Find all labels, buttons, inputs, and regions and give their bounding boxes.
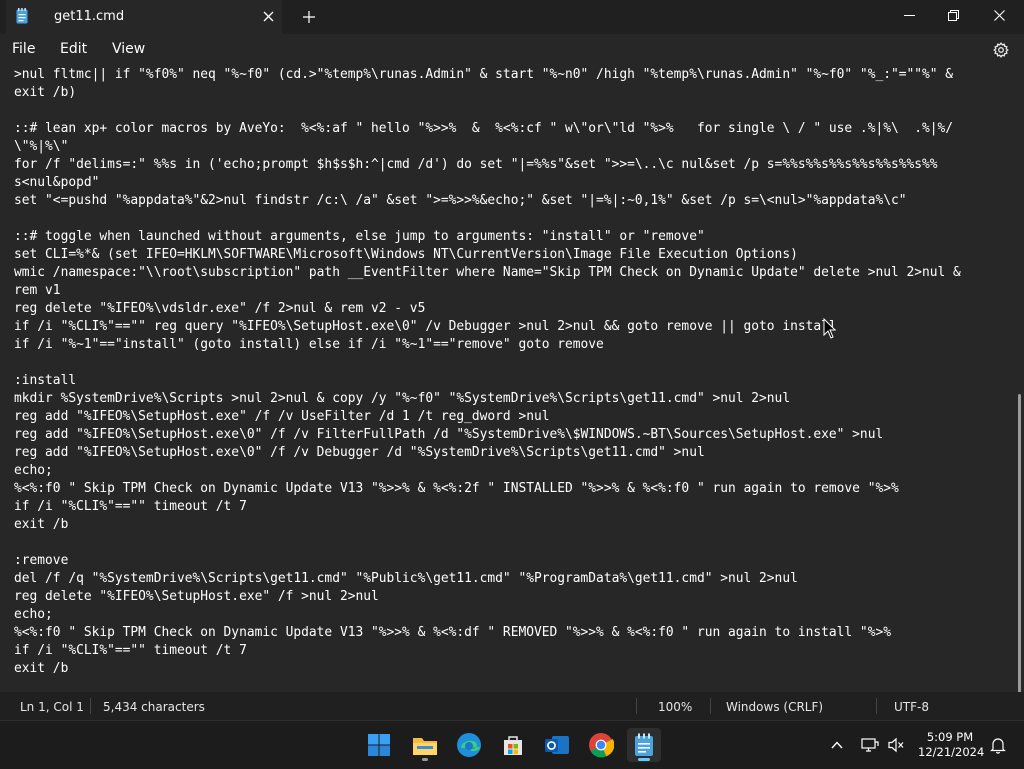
minimize-icon[interactable]	[886, 0, 932, 30]
tab-get11[interactable]: get11.cmd	[6, 0, 282, 34]
code-line[interactable]: set "<=pushd "%appdata%"&2>nul findstr /…	[14, 192, 961, 210]
code-line[interactable]: %<%:f0 " Skip TPM Check on Dynamic Updat…	[14, 480, 961, 498]
status-divider	[90, 698, 91, 714]
code-line[interactable]: del /f /q "%SystemDrive%\Scripts\get11.c…	[14, 570, 961, 588]
code-line[interactable]: :remove	[14, 552, 961, 570]
network-icon[interactable]	[856, 728, 884, 762]
code-line[interactable]: set CLI=%*& (set IFEO=HKLM\SOFTWARE\Micr…	[14, 246, 961, 264]
code-line[interactable]: rem v1	[14, 282, 961, 300]
maximize-icon[interactable]	[930, 0, 976, 30]
code-line[interactable]: reg add "%IFEO%\SetupHost.exe" /f /v Use…	[14, 408, 961, 426]
system-clock[interactable]: 5:09 PM 12/21/2024	[918, 730, 985, 760]
store-icon[interactable]	[496, 728, 530, 762]
new-tab-plus-icon[interactable]	[298, 6, 320, 28]
menu-edit[interactable]: Edit	[60, 41, 87, 57]
code-line[interactable]: exit /b	[14, 516, 961, 534]
code-line[interactable]: reg add "%IFEO%\SetupHost.exe\0" /f /v D…	[14, 444, 961, 462]
clock-time: 5:09 PM	[926, 730, 974, 744]
zoom-level[interactable]: 100%	[658, 700, 692, 714]
menu-file[interactable]: File	[12, 41, 35, 57]
code-line[interactable]	[14, 534, 961, 552]
taskbar: 5:09 PM 12/21/2024	[0, 720, 1024, 769]
code-line[interactable]: wmic /namespace:"\\root\subscription" pa…	[14, 264, 961, 282]
code-line[interactable]: exit /b)	[14, 84, 961, 102]
windows-start-icon[interactable]	[362, 728, 396, 762]
status-divider	[636, 698, 637, 714]
close-tab-icon[interactable]	[258, 6, 278, 26]
code-line[interactable]	[14, 210, 961, 228]
code-line[interactable]: for /f "delims=:" %%s in ('echo;prompt $…	[14, 156, 961, 174]
code-line[interactable]: if /i "%~1"=="install" (goto install) el…	[14, 336, 961, 354]
active-indicator	[638, 758, 650, 761]
status-divider	[876, 698, 877, 714]
character-count: 5,434 characters	[103, 700, 205, 714]
code-line[interactable]: mkdir %SystemDrive%\Scripts >nul 2>nul &…	[14, 390, 961, 408]
text-editor[interactable]: >nul fltmc|| if "%f0%" neq "%~f0" (cd.>"…	[0, 64, 1016, 692]
code-line[interactable]: if /i "%CLI%"=="" timeout /t 7	[14, 498, 961, 516]
status-bar: Ln 1, Col 1 5,434 characters 100% Window…	[0, 692, 1024, 720]
editor-content[interactable]: >nul fltmc|| if "%f0%" neq "%~f0" (cd.>"…	[14, 66, 961, 678]
code-line[interactable]: if /i "%CLI%"=="" timeout /t 7	[14, 642, 961, 660]
menu-bar: File Edit View	[0, 34, 1024, 64]
notepad-icon	[16, 8, 28, 24]
status-divider	[710, 698, 711, 714]
file-explorer-icon[interactable]	[408, 728, 442, 762]
cursor-position[interactable]: Ln 1, Col 1	[20, 700, 84, 714]
clock-date: 12/21/2024	[918, 745, 985, 759]
title-bar: get11.cmd	[0, 0, 1024, 34]
code-line[interactable]: ::# lean xp+ color macros by AveYo: %<%:…	[14, 120, 961, 138]
code-line[interactable]: :install	[14, 372, 961, 390]
code-line[interactable]: reg add "%IFEO%\SetupHost.exe\0" /f /v F…	[14, 426, 961, 444]
close-window-icon[interactable]	[976, 0, 1022, 30]
code-line[interactable]: reg delete "%IFEO%\vdsldr.exe" /f 2>nul …	[14, 300, 961, 318]
code-line[interactable]: reg delete "%IFEO%\SetupHost.exe" /f >nu…	[14, 588, 961, 606]
chevron-up-icon[interactable]	[822, 728, 852, 762]
code-line[interactable]: echo;	[14, 462, 961, 480]
code-line[interactable]: %<%:f0 " Skip TPM Check on Dynamic Updat…	[14, 624, 961, 642]
notification-icon[interactable]	[984, 728, 1012, 762]
code-line[interactable]: \"%|%\"	[14, 138, 961, 156]
volume-icon[interactable]	[882, 728, 910, 762]
notepad-taskbar-icon[interactable]	[627, 728, 661, 762]
running-indicator	[422, 758, 428, 761]
vertical-scrollbar[interactable]	[1016, 64, 1024, 704]
mouse-cursor-icon	[823, 317, 837, 340]
gear-icon[interactable]	[990, 39, 1012, 61]
code-line[interactable]: echo;	[14, 606, 961, 624]
code-line[interactable]	[14, 354, 961, 372]
menu-view[interactable]: View	[112, 41, 145, 57]
code-line[interactable]	[14, 102, 961, 120]
code-line[interactable]: ::# toggle when launched without argumen…	[14, 228, 961, 246]
chrome-icon[interactable]	[584, 728, 618, 762]
code-line[interactable]: s<nul&popd"	[14, 174, 961, 192]
scrollbar-thumb[interactable]	[1018, 394, 1021, 704]
encoding[interactable]: UTF-8	[894, 700, 929, 714]
tab-title: get11.cmd	[54, 9, 125, 24]
outlook-icon[interactable]	[540, 728, 574, 762]
code-line[interactable]: if /i "%CLI%"=="" reg query "%IFEO%\Setu…	[14, 318, 961, 336]
code-line[interactable]: exit /b	[14, 660, 961, 678]
line-endings[interactable]: Windows (CRLF)	[726, 700, 823, 714]
code-line[interactable]: >nul fltmc|| if "%f0%" neq "%~f0" (cd.>"…	[14, 66, 961, 84]
edge-icon[interactable]	[452, 728, 486, 762]
